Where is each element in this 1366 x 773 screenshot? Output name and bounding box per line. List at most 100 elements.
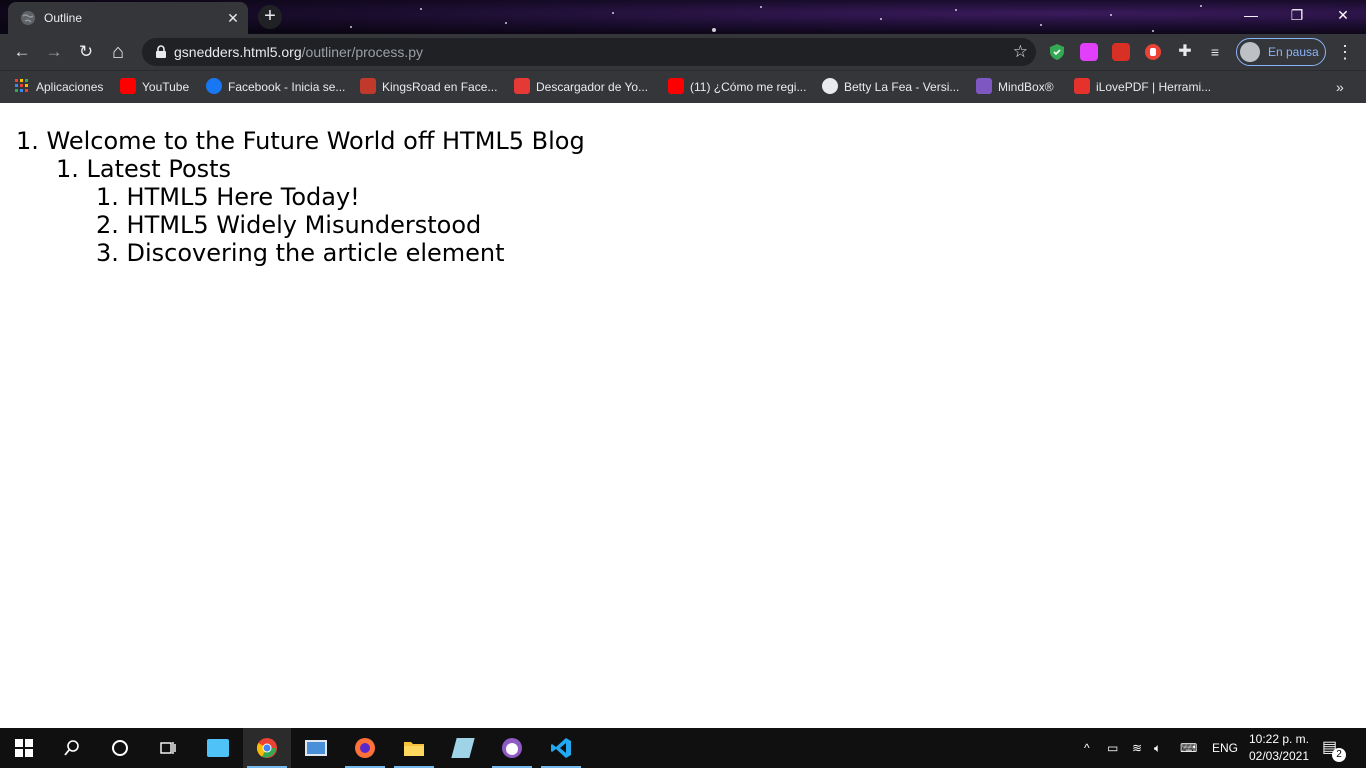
clock[interactable]: 10:22 p. m. 02/03/2021 [1244,731,1314,765]
firefox-icon [355,738,375,758]
bookmark-label: Descargador de Yo... [536,80,649,94]
home-button[interactable]: ⌂ [104,38,132,66]
control-panel-icon [207,739,229,757]
tab-strip: Outline ✕ + — ❐ ✕ [0,0,1366,34]
shield-extension-icon[interactable] [1048,43,1066,61]
extension-purple-icon[interactable] [1080,43,1098,61]
browser-toolbar: ← → ↻ ⌂ gsnedders.html5.org/outliner/pro… [0,34,1366,70]
taskbar-app-firefox[interactable] [341,728,389,768]
minimize-button[interactable]: — [1228,0,1274,30]
bookmark-label: KingsRoad en Face... [382,80,498,94]
menu-icon[interactable]: ⋮ [1336,38,1354,66]
close-tab-icon[interactable]: ✕ [224,9,242,27]
url-path: /outliner/process.py [301,44,424,60]
taskbar-app-file-explorer[interactable] [390,728,438,768]
bookmark-aplicaciones[interactable]: Aplicaciones [14,77,103,97]
youtube-icon [120,78,136,94]
facebook-icon [206,78,222,94]
bookmark-label: Betty La Fea - Versi... [844,80,960,94]
taskbar-app-chrome[interactable] [243,728,291,768]
taskbar-app-window[interactable] [292,728,340,768]
url-text: gsnedders.html5.org/outliner/process.py [174,44,423,60]
bookmark-label: iLovePDF | Herrami... [1096,80,1212,94]
back-button[interactable]: ← [8,38,36,66]
outline-heading-level1: 1. Welcome to the Future World off HTML5… [16,127,585,155]
download-icon [514,78,530,94]
media-control-icon[interactable]: ≡ [1206,43,1224,61]
globe-icon [21,11,35,25]
close-window-button[interactable]: ✕ [1320,0,1366,30]
url-host: gsnedders.html5.org [174,44,302,60]
bookmark-descargador[interactable]: Descargador de Yo... [514,77,648,97]
taskbar-app-vscode[interactable] [537,728,585,768]
outline-item: 2. HTML5 Widely Misunderstood [96,211,482,239]
task-view-button[interactable] [144,728,192,768]
bookmark-label: (11) ¿Cómo me regi... [690,80,807,94]
show-hidden-icons-button[interactable]: ^ [1084,728,1090,768]
profile-status: En pausa [1268,45,1319,59]
outline-item: 1. HTML5 Here Today! [96,183,360,211]
stop-hand-extension-icon[interactable] [1144,43,1162,61]
folder-icon [404,742,424,756]
extensions-puzzle-icon[interactable]: ✚ [1176,43,1194,61]
new-tab-button[interactable]: + [258,5,282,29]
taskbar-app-notes[interactable] [439,728,487,768]
page-content: 1. Welcome to the Future World off HTML5… [0,103,1366,728]
bookmark-mindbox[interactable]: MindBox® [976,77,1054,97]
ilovepdf-icon [1074,78,1090,94]
extension-720-icon[interactable] [1112,43,1130,61]
lock-icon[interactable] [154,45,168,59]
notes-app-icon [451,738,475,758]
bookmark-star-icon[interactable]: ☆ [1013,42,1028,62]
youtube-icon [668,78,684,94]
bookmark-ilovepdf[interactable]: iLovePDF | Herrami... [1074,77,1211,97]
vscode-icon [551,738,571,758]
cat-app-icon [502,738,522,758]
outline-heading-level2: 1. Latest Posts [56,155,232,183]
bookmark-label: Facebook - Inicia se... [228,80,346,94]
bookmark-betty-la-fea[interactable]: Betty La Fea - Versi... [822,77,959,97]
bookmark-label: MindBox® [998,80,1054,94]
bookmark-kingsroad[interactable]: KingsRoad en Face... [360,77,497,97]
start-icon [15,739,33,757]
wifi-icon[interactable]: ≋ [1132,728,1142,768]
search-button[interactable] [48,728,96,768]
mindbox-icon [976,78,992,94]
kingsroad-icon [360,78,376,94]
restore-button[interactable]: ❐ [1274,0,1320,30]
clock-time: 10:22 p. m. [1248,732,1310,746]
tab-outline[interactable]: Outline ✕ [8,2,248,34]
globe-icon [822,78,838,94]
bookmark-youtube[interactable]: YouTube [120,77,189,97]
search-icon [64,740,79,756]
reload-button[interactable]: ↻ [72,38,100,66]
clock-date: 02/03/2021 [1248,749,1310,763]
taskbar-app-purple[interactable] [488,728,536,768]
outline-item: 3. Discovering the article element [96,239,505,267]
chrome-icon [256,738,277,758]
app-window-icon [305,740,327,756]
keyboard-icon[interactable]: ⌨ [1180,728,1197,768]
more-bookmarks-icon[interactable]: » [1336,77,1344,97]
cortana-icon [112,740,128,756]
tab-title: Outline [44,11,83,25]
taskbar: ^ ▭ ≋ 🔈︎ ⌨ ENG 10:22 p. m. 02/03/2021 ▤ … [0,728,1366,768]
notification-count-badge: 2 [1332,748,1346,762]
start-button[interactable] [0,728,48,768]
avatar [1240,42,1260,62]
language-indicator[interactable]: ENG [1212,728,1238,768]
battery-icon[interactable]: ▭ [1107,728,1118,768]
task-view-icon [160,742,176,754]
bookmark-facebook[interactable]: Facebook - Inicia se... [206,77,345,97]
bookmarks-bar: Aplicaciones YouTube Facebook - Inicia s… [0,70,1366,103]
profile-button[interactable]: En pausa [1236,38,1326,66]
address-bar[interactable]: gsnedders.html5.org/outliner/process.py … [142,38,1036,66]
bookmark-youtube-video[interactable]: (11) ¿Cómo me regi... [668,77,806,97]
taskbar-app-control-panel[interactable] [194,728,242,768]
volume-icon[interactable]: 🔈︎ [1154,728,1161,768]
forward-button[interactable]: → [40,38,68,66]
bookmark-label: YouTube [142,80,190,94]
bookmark-label: Aplicaciones [36,80,104,94]
browser-chrome: Outline ✕ + — ❐ ✕ ← → ↻ ⌂ gsnedders.html… [0,0,1366,103]
cortana-button[interactable] [96,728,144,768]
